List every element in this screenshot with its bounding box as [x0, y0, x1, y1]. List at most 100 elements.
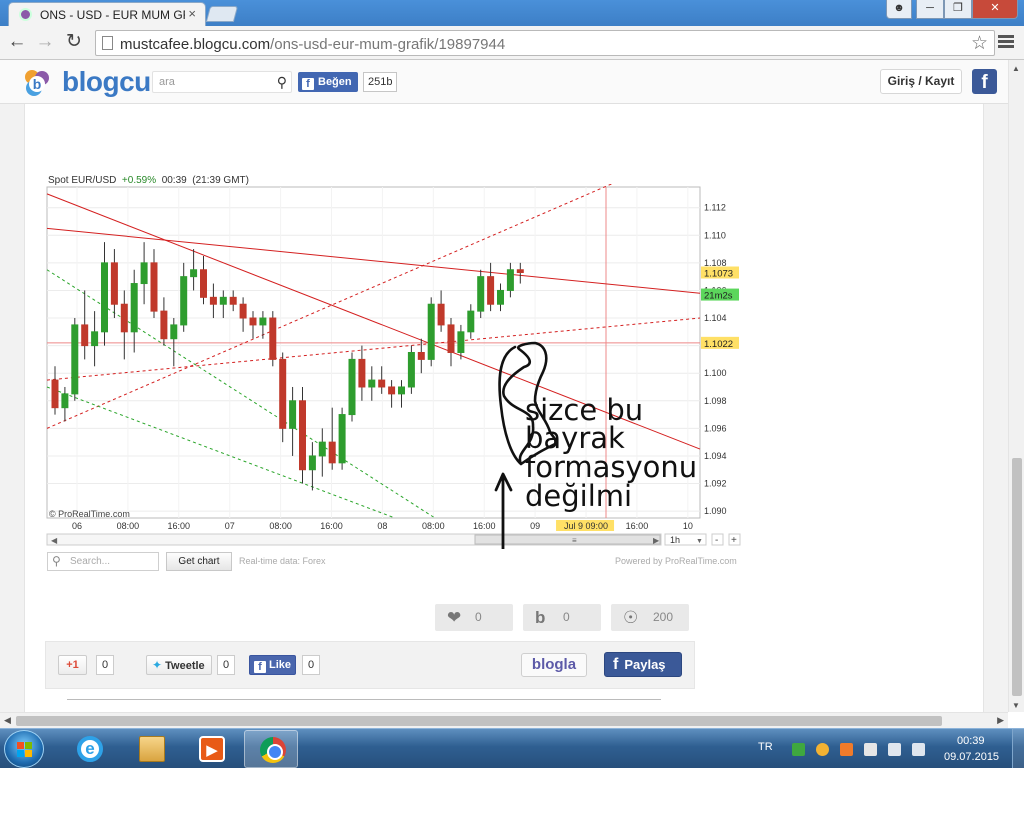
- candle-body: [160, 310, 168, 340]
- y-tick-label: 1.104: [704, 313, 727, 323]
- blogla-button[interactable]: blogla: [521, 653, 587, 677]
- scroll-down-icon[interactable]: ▼: [1012, 701, 1020, 710]
- candle-body: [457, 331, 465, 353]
- candle-body: [51, 379, 59, 409]
- clock-date[interactable]: 09.07.2015: [944, 751, 999, 763]
- x-tick-label: 16:00: [320, 521, 343, 531]
- facebook-like-button[interactable]: f Beğen: [298, 72, 358, 92]
- tray-volume-icon[interactable]: [912, 743, 925, 756]
- scroll-up-icon[interactable]: ▲: [1012, 64, 1020, 73]
- windows-logo-icon: [17, 742, 33, 758]
- candle-body: [299, 400, 306, 471]
- get-chart-button[interactable]: Get chart: [166, 552, 232, 571]
- candle-body: [358, 358, 366, 388]
- bookmark-star-icon[interactable]: ☆: [971, 32, 988, 55]
- candle-body: [516, 269, 524, 274]
- start-button[interactable]: [4, 730, 44, 768]
- candle-body: [180, 276, 188, 326]
- y-tick-label: 1.094: [704, 451, 727, 461]
- forward-arrow-icon[interactable]: →: [34, 32, 56, 54]
- candle-body: [229, 296, 237, 305]
- facebook-share-button[interactable]: f Paylaş: [604, 652, 682, 677]
- candle-body: [318, 441, 326, 457]
- close-window-button[interactable]: ✕: [972, 0, 1018, 19]
- clock-time[interactable]: 00:39: [957, 735, 985, 747]
- tray-network-icon[interactable]: [888, 743, 901, 756]
- candle-body: [289, 400, 297, 429]
- candle-body: [417, 352, 425, 360]
- candle-body: [378, 379, 386, 388]
- powered-by-link[interactable]: Powered by ProRealTime.com: [615, 556, 737, 566]
- new-tab-button[interactable]: [205, 6, 239, 22]
- fb-like-label: Like: [269, 659, 292, 671]
- scroll-right-icon[interactable]: ▶: [653, 536, 660, 545]
- marked-level-tag: 1.1022: [704, 339, 733, 350]
- site-search-input[interactable]: ara ⚲: [152, 71, 292, 93]
- google-plus-count: 0: [96, 655, 114, 675]
- chrome-menu-icon[interactable]: [998, 35, 1014, 51]
- chart-search-input[interactable]: ⚲ Search...: [47, 552, 159, 571]
- url-path: /ons-usd-eur-mum-grafik/19897944: [270, 36, 506, 53]
- tab-strip: ONS - USD - EUR MUM GRAFİĞİ × ☻ ─ ❐ ✕: [0, 0, 1024, 26]
- candle-body: [279, 358, 287, 429]
- divider: [67, 699, 661, 700]
- windows-taskbar: e ▶ TR 00:39 09.07.2015: [0, 728, 1024, 768]
- tweet-count: 0: [217, 655, 235, 675]
- google-plus-button[interactable]: +1: [58, 655, 87, 675]
- horizontal-scroll-thumb[interactable]: [16, 716, 942, 726]
- candle-body: [130, 283, 138, 333]
- facebook-icon: f: [613, 656, 619, 673]
- blog-stat-count: 0: [563, 610, 570, 624]
- scroll-left-icon[interactable]: ◀: [51, 536, 58, 545]
- show-desktop-button[interactable]: [1012, 729, 1024, 768]
- chrome-icon: [260, 737, 286, 763]
- taskbar-internet-explorer[interactable]: e: [62, 730, 116, 768]
- plus-icon: +: [731, 535, 737, 546]
- search-icon[interactable]: ⚲: [277, 74, 287, 91]
- candle-body: [71, 324, 79, 395]
- y-tick-label: 1.090: [704, 506, 727, 516]
- candlestick-chart[interactable]: 1.0901.0921.0941.0961.0981.1001.1021.104…: [45, 184, 745, 549]
- vertical-scroll-thumb[interactable]: [1012, 458, 1022, 696]
- browser-tab[interactable]: ONS - USD - EUR MUM GRAFİĞİ ×: [8, 2, 206, 26]
- horizontal-scrollbar[interactable]: ◀ ▶: [0, 712, 1008, 728]
- tweet-button[interactable]: ✦ Tweetle: [146, 655, 212, 675]
- like-label: Beğen: [318, 76, 352, 88]
- like-stat-button[interactable]: ❤ 0: [435, 604, 513, 631]
- minus-icon: -: [715, 535, 718, 546]
- vertical-scrollbar[interactable]: ▲ ▼: [1008, 60, 1024, 712]
- url-text[interactable]: mustcafee.blogcu.com/ons-usd-eur-mum-gra…: [120, 36, 505, 53]
- user-profile-icon[interactable]: ☻: [886, 0, 912, 19]
- minimize-button[interactable]: ─: [916, 0, 944, 19]
- taskbar-media-player[interactable]: ▶: [184, 730, 238, 768]
- facebook-like-share-button[interactable]: f Like: [249, 655, 296, 675]
- candle-body: [368, 379, 376, 388]
- site-logo-text[interactable]: blogcu: [62, 66, 151, 98]
- taskbar-chrome[interactable]: [244, 730, 298, 768]
- tray-flag-icon[interactable]: [864, 743, 877, 756]
- taskbar-file-explorer[interactable]: [124, 730, 178, 768]
- tab-close-icon[interactable]: ×: [188, 6, 196, 21]
- tray-mail-icon[interactable]: [840, 743, 853, 756]
- back-arrow-icon[interactable]: ←: [6, 32, 28, 54]
- blog-stat-button[interactable]: b 0: [523, 604, 601, 631]
- facebook-icon: f: [302, 78, 314, 90]
- scroll-right-icon[interactable]: ▶: [997, 715, 1004, 726]
- tray-network-app-icon[interactable]: [792, 743, 805, 756]
- maximize-button[interactable]: ❐: [944, 0, 972, 19]
- reload-icon[interactable]: ↻: [63, 32, 85, 54]
- tray-shield-icon[interactable]: [816, 743, 829, 756]
- x-tick-label: 08: [377, 521, 387, 531]
- x-tick-label: 10: [683, 521, 693, 531]
- scroll-grip-icon: ≡: [572, 536, 577, 545]
- login-register-button[interactable]: Giriş / Kayıt: [880, 69, 962, 94]
- address-bar[interactable]: mustcafee.blogcu.com/ons-usd-eur-mum-gra…: [95, 30, 995, 56]
- candle-body: [101, 262, 108, 333]
- x-tick-label: 16:00: [168, 521, 191, 531]
- facebook-page-icon[interactable]: f: [972, 69, 997, 94]
- language-indicator[interactable]: TR: [758, 741, 773, 753]
- chart-search-placeholder: Search...: [70, 556, 111, 567]
- scroll-left-icon[interactable]: ◀: [4, 715, 11, 726]
- blogcu-logo-icon[interactable]: b: [20, 66, 54, 100]
- views-count: 200: [653, 610, 674, 624]
